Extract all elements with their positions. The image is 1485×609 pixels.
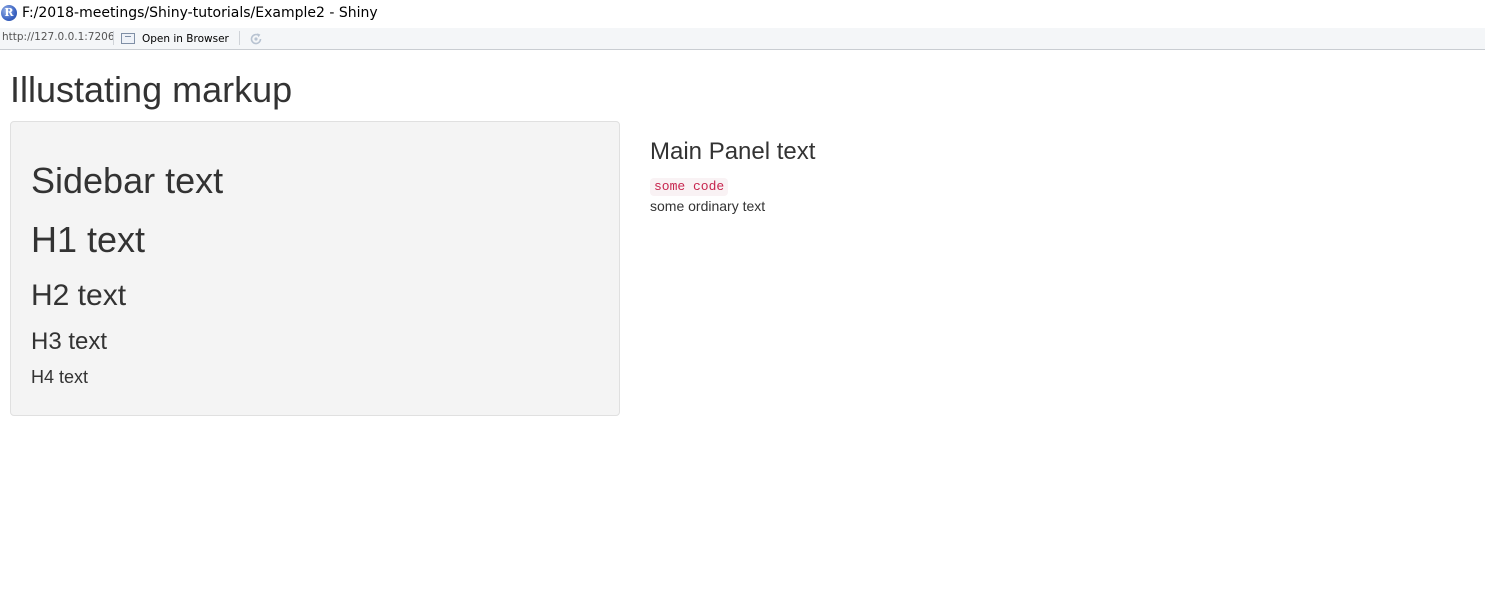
sidebar-h1: H1 text: [31, 219, 146, 260]
open-in-browser-button[interactable]: Open in Browser: [121, 30, 229, 47]
page-title: Illustating markup: [10, 69, 293, 110]
url-text[interactable]: http://127.0.0.1:7206: [2, 31, 115, 43]
sidebar-panel: Sidebar text H1 text H2 text H3 text H4 …: [10, 121, 620, 416]
window-titlebar: R F:/2018-meetings/Shiny-tutorials/Examp…: [0, 0, 1485, 28]
main-panel-text: some ordinary text: [650, 198, 766, 214]
refresh-icon: [250, 33, 262, 45]
toolbar-separator: [113, 31, 114, 45]
address-bar: http://127.0.0.1:7206 Open in Browser: [0, 28, 1485, 50]
open-in-browser-label: Open in Browser: [142, 32, 229, 45]
window-title: F:/2018-meetings/Shiny-tutorials/Example…: [22, 5, 378, 21]
open-in-browser-icon: [121, 33, 135, 44]
sidebar-h2: H2 text: [31, 279, 127, 312]
code-snippet: some code: [650, 178, 729, 196]
toolbar-separator: [239, 31, 240, 45]
sidebar-h3: H3 text: [31, 328, 108, 355]
r-logo-icon: R: [1, 5, 17, 21]
sidebar-h4: H4 text: [31, 367, 89, 387]
main-panel-title: Main Panel text: [650, 138, 816, 165]
refresh-button[interactable]: [248, 31, 264, 47]
sidebar-title: Sidebar text: [31, 160, 224, 201]
